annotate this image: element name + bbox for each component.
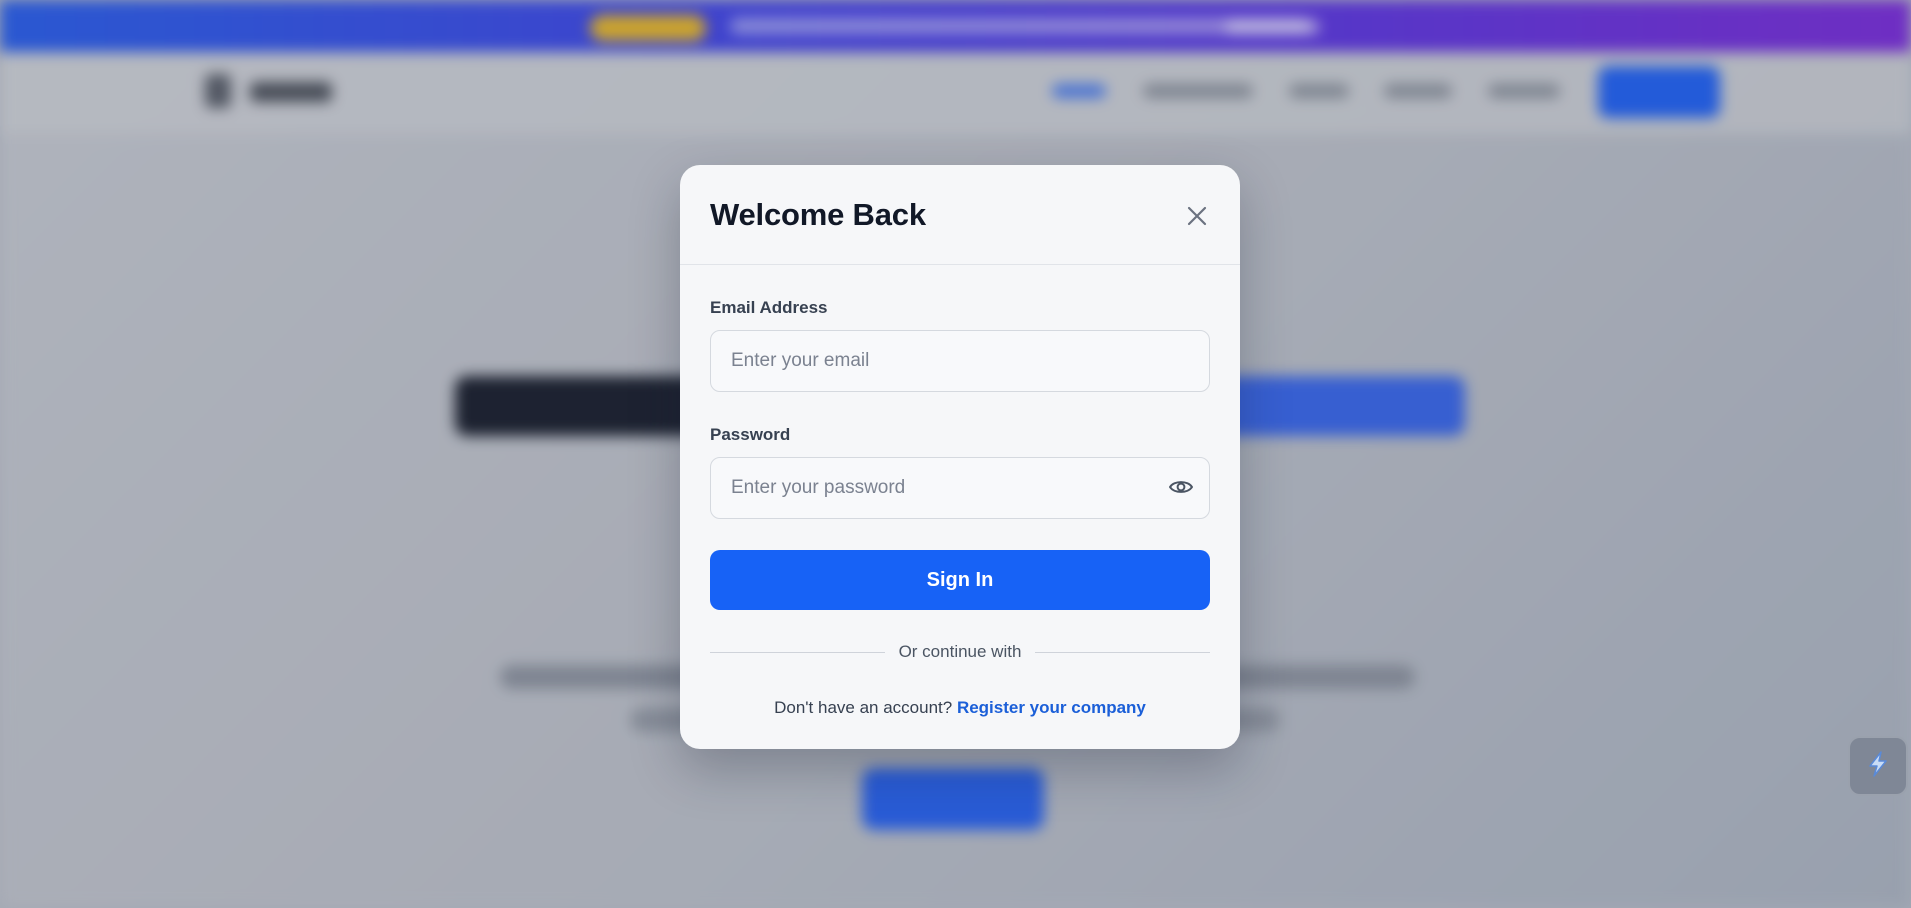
close-button[interactable] bbox=[1180, 201, 1214, 235]
eye-icon bbox=[1168, 474, 1194, 505]
register-link[interactable]: Register your company bbox=[957, 698, 1146, 717]
modal-title: Welcome Back bbox=[710, 197, 926, 232]
email-input[interactable] bbox=[711, 331, 1209, 391]
email-field-wrapper bbox=[710, 330, 1210, 392]
password-input[interactable] bbox=[711, 458, 1209, 518]
password-label: Password bbox=[710, 425, 791, 444]
login-modal: Welcome Back Email Address Password Sign… bbox=[680, 165, 1240, 749]
toggle-password-button[interactable] bbox=[1167, 475, 1195, 503]
divider-right bbox=[1032, 652, 1210, 653]
register-row: Don't have an account? Register your com… bbox=[680, 698, 1240, 718]
password-field-wrapper bbox=[710, 457, 1210, 519]
divider-left bbox=[710, 652, 888, 653]
sign-in-button[interactable]: Sign In bbox=[710, 550, 1210, 610]
register-prompt: Don't have an account? bbox=[774, 698, 953, 717]
floating-widget-button[interactable] bbox=[1848, 736, 1908, 796]
close-icon bbox=[1186, 205, 1208, 232]
modal-header: Welcome Back bbox=[680, 165, 1240, 265]
divider-text: Or continue with bbox=[885, 642, 1035, 662]
email-label: Email Address bbox=[710, 298, 828, 317]
lightning-icon bbox=[1862, 748, 1894, 785]
